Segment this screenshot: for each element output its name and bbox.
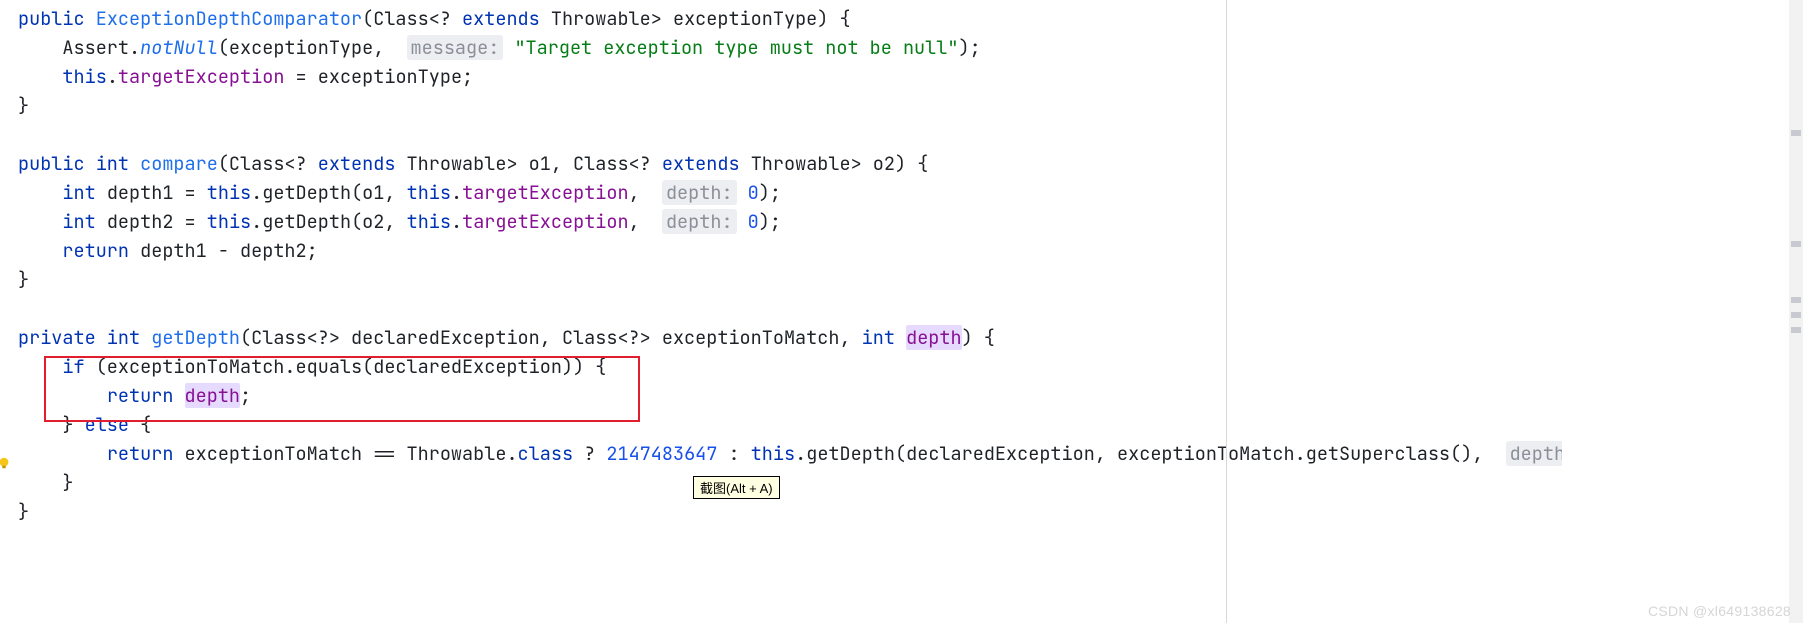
editor-right-margin <box>1226 0 1227 623</box>
param-depth: depth <box>906 325 962 350</box>
intention-bulb-icon[interactable] <box>0 451 11 465</box>
stripe-mark[interactable] <box>1791 297 1801 303</box>
int-max: 2147483647 <box>606 441 717 466</box>
error-stripe[interactable] <box>1789 0 1803 623</box>
source-code[interactable]: public ExceptionDepthComparator(Class<? … <box>0 0 1562 526</box>
type-assert: Assert <box>62 35 129 60</box>
method-getDepth: getDepth <box>151 325 240 350</box>
param-exceptionType: exceptionType <box>673 6 817 31</box>
field-targetException: targetException <box>118 64 285 89</box>
method-compare: compare <box>140 151 218 176</box>
kw-this: this <box>62 64 106 89</box>
method-notNull: notNull <box>140 35 218 60</box>
csdn-watermark: CSDN @xl649138628 <box>1648 603 1791 619</box>
screenshot-tooltip: 截图(Alt + A) <box>693 476 780 499</box>
string-literal: "Target exception type must not be null" <box>514 35 958 60</box>
stripe-mark[interactable] <box>1791 130 1801 136</box>
type-throwable: Throwable <box>551 6 651 31</box>
inlay-hint-message: message: <box>407 35 504 60</box>
constructor-name: ExceptionDepthComparator <box>96 6 362 31</box>
stripe-mark[interactable] <box>1791 241 1801 247</box>
stripe-mark[interactable] <box>1791 327 1801 333</box>
inlay-hint-depth: depth: <box>662 180 737 205</box>
stripe-mark[interactable] <box>1791 312 1801 318</box>
code-editor[interactable]: public ExceptionDepthComparator(Class<? … <box>0 0 1562 623</box>
